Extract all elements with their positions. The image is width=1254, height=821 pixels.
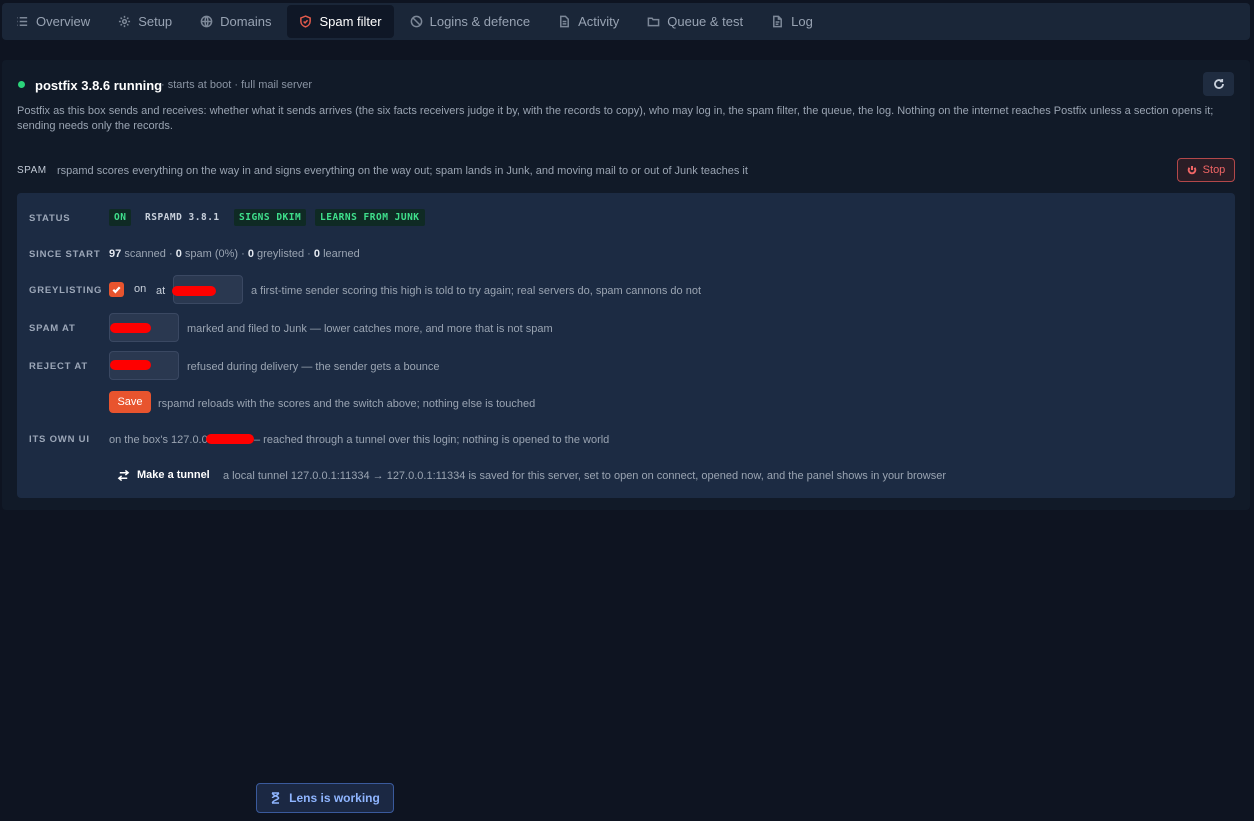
- tab-label: Domains: [220, 14, 272, 29]
- status-badge-learns: LEARNS FROM JUNK: [315, 209, 425, 226]
- spam-count: 0: [175, 248, 182, 260]
- tab-setup[interactable]: Setup: [106, 5, 184, 38]
- greylisting-at-label: at: [156, 285, 166, 297]
- spam-text: spam (0%) ·: [184, 248, 245, 260]
- tab-label: Log: [791, 14, 813, 29]
- tab-activity[interactable]: Activity: [546, 5, 631, 38]
- tab-queue-test[interactable]: Queue & test: [635, 5, 755, 38]
- document-icon: [560, 15, 570, 28]
- stop-button[interactable]: Stop: [1177, 158, 1235, 182]
- save-help: rspamd reloads with the scores and the s…: [158, 398, 536, 410]
- globe-icon: [200, 15, 213, 28]
- lens-label: Lens is working: [289, 791, 380, 805]
- tab-label: Spam filter: [319, 14, 382, 29]
- own-ui-label: ITS OWN UI: [29, 434, 90, 445]
- lens-status[interactable]: Lens is working: [256, 783, 394, 813]
- status-dot: [18, 81, 25, 88]
- greylisting-help: a first-time sender scoring this high is…: [251, 285, 701, 297]
- shield-icon: [300, 15, 312, 28]
- service-description: Postfix as this box sends and receives: …: [17, 105, 1214, 132]
- since-start-label: SINCE START: [29, 249, 101, 260]
- tunnel-help: a local tunnel 127.0.0.1:11334 → 127.0.0…: [223, 470, 947, 482]
- greylisted-count: 0: [247, 248, 254, 260]
- ban-icon: [410, 15, 422, 28]
- tab-logins-defence[interactable]: Logins & defence: [398, 5, 542, 38]
- redaction-mark: [206, 434, 254, 444]
- spam-section-header: SPAM: [17, 165, 47, 176]
- tab-label: Activity: [578, 14, 620, 29]
- folder-icon: [647, 17, 660, 27]
- file-icon: [773, 15, 783, 28]
- power-icon: [1187, 166, 1196, 175]
- service-title: postfix 3.8.6 running: [35, 78, 163, 93]
- spam-settings-card: STATUS ON RSPAMD 3.8.1 SIGNS DKIM LEARNS…: [17, 193, 1235, 498]
- spam-at-help: marked and filed to Junk — lower catches…: [187, 323, 553, 335]
- spam-description: rspamd scores everything on the way in a…: [57, 165, 748, 177]
- tab-label: Logins & defence: [429, 14, 531, 29]
- reject-at-label: REJECT AT: [29, 361, 88, 372]
- status-badge-dkim: SIGNS DKIM: [234, 209, 307, 226]
- status-label: STATUS: [29, 213, 71, 224]
- tab-spam-filter[interactable]: Spam filter: [287, 5, 394, 38]
- save-button[interactable]: Save: [109, 391, 151, 413]
- learned-count: 0: [313, 248, 321, 260]
- swap-arrows-icon: [117, 469, 130, 481]
- hourglass-icon: [271, 792, 280, 804]
- status-badge-version: RSPAMD 3.8.1: [145, 212, 220, 223]
- redaction-mark: [172, 286, 216, 296]
- own-ui-text-after: – reached through a tunnel over this log…: [254, 434, 610, 446]
- redaction-mark: [110, 323, 151, 333]
- tab-label: Setup: [138, 14, 173, 29]
- tab-bar: Overview Setup Domains Spam filter Login…: [2, 3, 1250, 40]
- gear-icon: [119, 15, 131, 28]
- tab-domains[interactable]: Domains: [188, 5, 283, 38]
- list-icon: [17, 17, 28, 26]
- greylisting-checkbox[interactable]: [109, 282, 124, 297]
- learned-text: learned: [323, 248, 360, 260]
- spam-at-label: SPAM AT: [29, 323, 76, 334]
- scanned-text: scanned ·: [124, 248, 173, 260]
- scanned-count: 97: [109, 248, 122, 260]
- tab-label: Overview: [36, 14, 91, 29]
- own-ui-text-before: on the box's 127.0.0: [109, 434, 208, 446]
- refresh-icon: [1213, 79, 1224, 89]
- refresh-button[interactable]: [1203, 72, 1234, 96]
- status-badge-on: ON: [109, 209, 132, 226]
- check-icon: [112, 286, 121, 294]
- service-meta: · starts at boot · full mail server: [161, 79, 312, 91]
- stop-label: Stop: [1202, 164, 1226, 176]
- make-tunnel-label: Make a tunnel: [137, 469, 210, 481]
- since-start-stats: 97 scanned · 0 spam (0%) · 0 greylisted …: [109, 248, 360, 260]
- tab-label: Queue & test: [667, 14, 744, 29]
- service-panel: postfix 3.8.6 running · starts at boot ·…: [2, 60, 1250, 510]
- greylisting-label: GREYLISTING: [29, 285, 103, 296]
- tab-log[interactable]: Log: [759, 5, 825, 38]
- reject-at-help: refused during delivery — the sender get…: [187, 361, 440, 373]
- redaction-mark: [110, 360, 151, 370]
- tab-overview[interactable]: Overview: [4, 5, 102, 38]
- greylisted-text: greylisted ·: [257, 248, 311, 260]
- make-tunnel-button[interactable]: Make a tunnel: [117, 465, 210, 485]
- greylisting-on-label: on: [134, 283, 147, 295]
